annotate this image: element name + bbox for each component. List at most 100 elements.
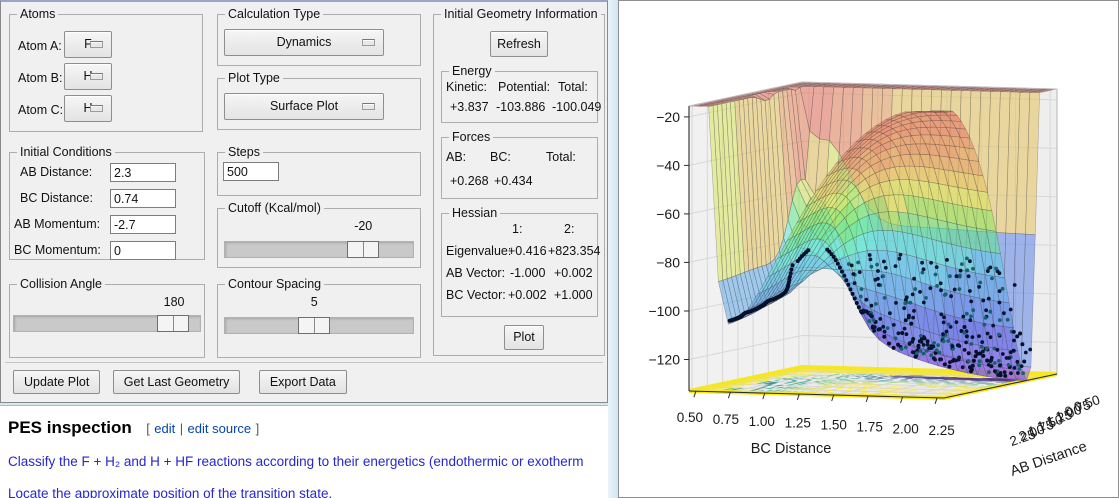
contour-spacing-value: 5: [310, 295, 318, 309]
eigenvalue-2: +823.354: [548, 244, 601, 258]
hessian-col1-label: 1:: [512, 222, 523, 236]
wiki-task-line-2: Locate the approximate position of the t…: [8, 486, 333, 498]
contour-spacing-label: Contour Spacing: [225, 277, 325, 291]
svg-text:−40: −40: [656, 157, 680, 173]
cutoff-label: Cutoff (Kcal/mol): [225, 201, 324, 215]
eigenvalue-label: Eigenvalue:: [446, 244, 512, 258]
calculation-type-dropdown[interactable]: Dynamics: [224, 29, 384, 56]
initial-conditions-group: Initial Conditions AB Distance: BC Dista…: [9, 145, 205, 260]
collision-angle-slider[interactable]: [13, 315, 201, 332]
steps-group: Steps: [217, 145, 421, 196]
svg-text:0.50: 0.50: [677, 410, 703, 425]
contour-spacing-slider[interactable]: [224, 317, 414, 334]
pes-3d-surface-plot: −20 −40 −60 −80 −100 −120 0.50 0.75 1.00 1.25 1.50…: [648, 81, 1102, 480]
svg-text:1.25: 1.25: [785, 416, 811, 431]
footer-button-bar: Update Plot Get Last Geometry Export Dat…: [5, 362, 603, 400]
svg-text:1.75: 1.75: [857, 419, 883, 434]
bc-distance-input[interactable]: [110, 189, 176, 208]
collision-angle-group: Collision Angle 180: [9, 277, 205, 358]
atom-c-label: Atom C:: [18, 103, 64, 117]
dropdown-indicator-icon: [90, 40, 103, 48]
forces-label: Forces: [449, 130, 494, 144]
atom-a-dropdown[interactable]: F: [64, 31, 112, 58]
collision-angle-value: 180: [163, 295, 185, 309]
window-gap: [608, 0, 618, 498]
plot-type-dropdown[interactable]: Surface Plot: [224, 93, 384, 120]
contour-spacing-slider-handle[interactable]: [298, 317, 331, 334]
svg-text:−80: −80: [656, 254, 680, 270]
energy-group: Energy Kinetic: Potential: Total: +3.837…: [441, 64, 602, 123]
edit-bracket: [: [146, 421, 150, 436]
forces-ab-label: AB:: [446, 150, 467, 164]
atoms-group-label: Atoms: [17, 7, 59, 21]
forces-total-label: Total:: [546, 150, 576, 164]
dropdown-indicator-icon: [90, 104, 103, 112]
forces-ab-value: +0.268: [450, 174, 489, 188]
wiki-task-line-1: Classify the F + H₂ and H + HF reactions…: [8, 454, 584, 469]
svg-text:−20: −20: [656, 109, 680, 125]
get-last-geometry-button[interactable]: Get Last Geometry: [112, 370, 241, 394]
ab-momentum-input[interactable]: [110, 215, 176, 234]
hessian-group: Hessian 1: 2: Eigenvalue: +0.416 +823.35…: [441, 206, 601, 317]
calculation-type-label: Calculation Type: [225, 7, 324, 21]
atom-a-label: Atom A:: [18, 39, 62, 53]
screen: Atoms Atom A: F Atom B: H Atom C: H Calc…: [0, 0, 1119, 498]
wiki-page-section: PES inspection [ edit | edit source ] Cl…: [0, 405, 608, 498]
potential-label: Potential:: [498, 80, 551, 94]
collision-angle-slider-handle[interactable]: [156, 315, 189, 332]
dropdown-indicator-icon: [362, 102, 375, 110]
collision-angle-label: Collision Angle: [17, 277, 105, 291]
forces-bc-label: BC:: [490, 150, 511, 164]
atom-c-dropdown[interactable]: H: [64, 95, 112, 122]
total-label: Total:: [558, 80, 588, 94]
ab-distance-input[interactable]: [110, 163, 176, 182]
forces-group: Forces AB: BC: Total: +0.268 +0.434: [441, 130, 598, 199]
cutoff-value: -20: [354, 219, 373, 233]
edit-link[interactable]: edit: [154, 421, 175, 436]
bc-vector-1: +0.002: [508, 288, 547, 302]
total-value: -100.049: [552, 100, 602, 114]
plot-type-group: Plot Type Surface Plot: [217, 71, 421, 130]
energy-label: Energy: [449, 64, 495, 78]
ab-momentum-label: AB Momentum:: [14, 217, 101, 231]
plot-type-value: Surface Plot: [269, 99, 339, 113]
svg-text:2.00: 2.00: [893, 421, 919, 436]
plot-type-label: Plot Type: [225, 71, 283, 85]
bc-distance-label: BC Distance:: [20, 191, 93, 205]
edit-separator: |: [179, 421, 184, 436]
steps-label: Steps: [225, 145, 263, 159]
svg-text:−120: −120: [648, 351, 680, 367]
bc-momentum-label: BC Momentum:: [14, 243, 101, 257]
export-data-button[interactable]: Export Data: [258, 370, 347, 394]
edit-source-link[interactable]: edit source: [188, 421, 252, 436]
cutoff-slider[interactable]: [224, 241, 414, 258]
contour-spacing-group: Contour Spacing 5: [217, 277, 421, 358]
update-plot-button[interactable]: Update Plot: [13, 370, 101, 394]
hessian-col2-label: 2:: [564, 222, 575, 236]
eigenvalue-1: +0.416: [508, 244, 547, 258]
svg-text:2.25: 2.25: [928, 423, 954, 438]
potential-value: -103.886: [496, 100, 546, 114]
initial-geometry-group: Initial Geometry Information Refresh Ene…: [433, 7, 605, 356]
svg-text:−60: −60: [656, 206, 680, 222]
cutoff-slider-handle[interactable]: [346, 241, 379, 258]
bc-momentum-input[interactable]: [110, 241, 176, 260]
pes-app-window: Atoms Atom A: F Atom B: H Atom C: H Calc…: [0, 0, 608, 403]
calculation-type-group: Calculation Type Dynamics: [217, 7, 421, 66]
svg-text:1.50: 1.50: [821, 418, 847, 433]
initial-conditions-label: Initial Conditions: [17, 145, 115, 159]
svg-text:−100: −100: [648, 303, 680, 319]
bc-vector-label: BC Vector:: [446, 288, 506, 302]
steps-input[interactable]: [223, 162, 279, 181]
wiki-heading: PES inspection: [8, 418, 132, 437]
atom-b-dropdown[interactable]: H: [64, 63, 112, 90]
dropdown-indicator-icon: [90, 72, 103, 80]
kinetic-label: Kinetic:: [446, 80, 487, 94]
hessian-label: Hessian: [449, 206, 501, 220]
refresh-button[interactable]: Refresh: [490, 31, 548, 57]
plot-button[interactable]: Plot: [504, 325, 544, 350]
forces-bc-value: +0.434: [494, 174, 533, 188]
ab-vector-label: AB Vector:: [446, 266, 506, 280]
atom-b-label: Atom B:: [18, 71, 63, 85]
cutoff-group: Cutoff (Kcal/mol) -20: [217, 201, 421, 268]
